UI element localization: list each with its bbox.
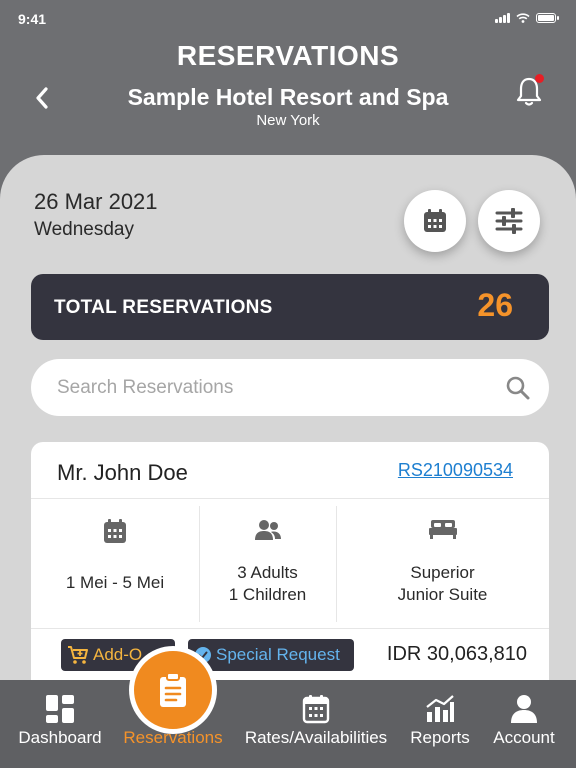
special-request-label: Special Request bbox=[216, 645, 340, 664]
signal-icon bbox=[495, 13, 510, 23]
search-input[interactable] bbox=[57, 359, 497, 416]
content-panel: 26 Mar 2021 Wednesday TOTAL RESERVATIONS… bbox=[0, 155, 576, 768]
guests-cell: 3 Adults 1 Children bbox=[199, 500, 336, 628]
stay-dates-cell: 1 Mei - 5 Mei bbox=[31, 500, 199, 628]
nav-label: Account bbox=[493, 728, 555, 747]
calendar-button[interactable] bbox=[404, 190, 466, 252]
page-title: RESERVATIONS bbox=[176, 40, 400, 71]
selected-date: 26 Mar 2021 bbox=[34, 189, 158, 214]
nav-item-rates-availabilities[interactable]: Rates/Availabilities bbox=[240, 680, 392, 768]
card-divider bbox=[31, 628, 549, 629]
reservation-code-link[interactable]: RS210090534 bbox=[398, 460, 513, 481]
users-icon bbox=[254, 520, 281, 540]
reservation-card[interactable]: Mr. John Doe RS210090534 1 Mei - 5 Mei 3… bbox=[31, 442, 549, 702]
calendar-icon bbox=[424, 209, 446, 232]
wifi-icon bbox=[516, 13, 530, 23]
nav-label: Reports bbox=[410, 728, 470, 747]
status-time: 9:41 bbox=[18, 11, 47, 27]
nav-item-reports[interactable]: Reports bbox=[404, 680, 476, 768]
room-type-line1: Superior bbox=[410, 563, 475, 582]
selected-weekday: Wednesday bbox=[34, 219, 134, 240]
guests-summary: 3 Adults 1 Children bbox=[199, 562, 336, 606]
user-icon bbox=[511, 695, 537, 723]
filter-button[interactable] bbox=[478, 190, 540, 252]
room-type-cell: Superior Junior Suite bbox=[336, 500, 549, 628]
notifications-button[interactable] bbox=[512, 72, 548, 108]
reservations-fab[interactable] bbox=[129, 646, 217, 734]
hotel-name: Sample Hotel Resort and Spa bbox=[127, 84, 449, 110]
total-reservations-label: TOTAL RESERVATIONS bbox=[54, 297, 273, 318]
nav-label: Dashboard bbox=[18, 728, 102, 747]
room-type-line2: Junior Suite bbox=[397, 585, 488, 604]
bottom-nav: Dashboard Reservations Rates/Availabilit… bbox=[0, 680, 576, 768]
battery-icon bbox=[536, 13, 559, 23]
search-box bbox=[31, 359, 549, 416]
chart-icon bbox=[426, 695, 454, 722]
clipboard-icon bbox=[160, 672, 186, 707]
stay-dates: 1 Mei - 5 Mei bbox=[65, 573, 165, 592]
sliders-icon bbox=[495, 208, 523, 234]
special-request-tag[interactable]: Special Request bbox=[188, 639, 354, 671]
hotel-city: New York bbox=[256, 112, 320, 129]
status-bar: 9:41 bbox=[0, 0, 576, 36]
nav-label: Rates/Availabilities bbox=[244, 728, 388, 747]
room-type: Superior Junior Suite bbox=[336, 562, 549, 606]
calendar-icon bbox=[104, 519, 126, 543]
notification-dot bbox=[535, 74, 544, 83]
nav-item-dashboard[interactable]: Dashboard bbox=[10, 680, 110, 768]
reservation-price: IDR 30,063,810 bbox=[386, 643, 527, 665]
guest-name: Mr. John Doe bbox=[57, 460, 188, 485]
total-reservations-bar: TOTAL RESERVATIONS 26 bbox=[31, 274, 549, 340]
children-count: 1 Children bbox=[228, 585, 307, 604]
cart-plus-icon bbox=[68, 646, 88, 664]
calendar-icon bbox=[302, 695, 330, 724]
search-icon bbox=[506, 376, 530, 400]
add-on-label: Add-O bbox=[93, 645, 143, 664]
bed-icon bbox=[428, 520, 457, 539]
total-reservations-count: 26 bbox=[477, 287, 513, 323]
nav-item-account[interactable]: Account bbox=[484, 680, 564, 768]
status-icons bbox=[495, 13, 559, 23]
search-button[interactable] bbox=[505, 375, 531, 401]
dashboard-icon bbox=[46, 695, 74, 723]
card-divider bbox=[31, 498, 549, 499]
adults-count: 3 Adults bbox=[237, 563, 298, 582]
